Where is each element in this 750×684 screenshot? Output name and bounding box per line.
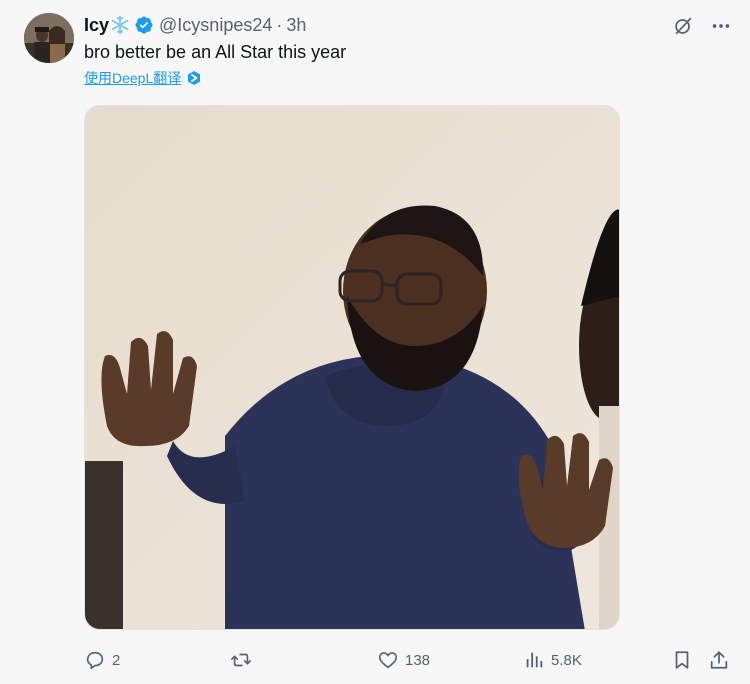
retweet-button[interactable] [229,646,259,674]
tweet-media-gif[interactable] [84,105,620,630]
translate-row: 使用DeepL翻译 [84,68,202,88]
engagement-bar: 2 138 5.8K [84,646,732,674]
tweet-header: Icy @Icysnipes24 · 3h [84,13,306,37]
views-count: 5.8K [551,651,582,669]
views-icon [523,649,545,671]
avatar[interactable] [24,13,74,63]
tweet-text: bro better be an All Star this year [84,42,347,62]
display-name[interactable]: Icy [84,15,109,36]
like-count: 138 [405,651,431,669]
post-time[interactable]: 3h [286,15,306,36]
like-button[interactable]: 138 [377,646,430,674]
share-button[interactable] [708,646,730,674]
deepl-icon[interactable] [186,70,202,86]
reply-icon [84,649,106,671]
bookmark-icon [671,649,693,671]
more-icon[interactable] [710,15,732,37]
snowflake-icon [110,15,130,35]
grok-icon[interactable] [672,15,694,37]
views-button[interactable]: 5.8K [523,646,582,674]
like-icon [377,649,399,671]
retweet-icon [229,649,253,671]
verified-badge-icon[interactable] [134,15,154,35]
share-icon [708,649,730,671]
reply-count: 2 [112,651,121,669]
bookmark-button[interactable] [671,646,693,674]
tweet-card: Icy @Icysnipes24 · 3h bro better be an A… [0,0,750,684]
author-handle[interactable]: @Icysnipes24 [159,15,272,36]
reply-button[interactable]: 2 [84,646,120,674]
separator-dot: · [276,14,283,35]
translate-link[interactable]: 使用DeepL翻译 [84,68,181,88]
top-actions [672,15,732,37]
